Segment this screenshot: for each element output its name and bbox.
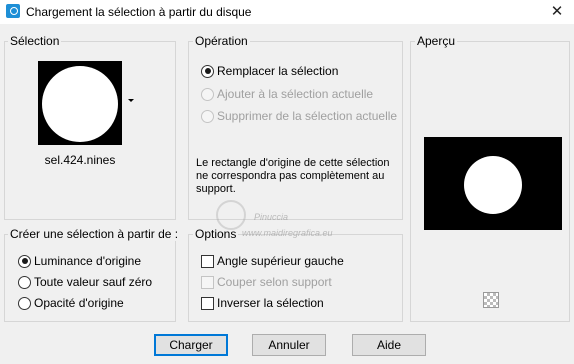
preview-image (424, 137, 562, 230)
checkbox-icon (201, 275, 214, 289)
radio-original-luminance[interactable]: Luminance d'origine (18, 253, 141, 269)
radio-off-icon (18, 275, 31, 289)
transparency-checker-icon[interactable] (483, 292, 499, 308)
radio-add-label: Ajouter à la sélection actuelle (217, 87, 374, 101)
checkbox-top-left-corner[interactable]: Angle supérieur gauche (201, 253, 344, 269)
title-bar: Chargement la sélection à partir du disq… (0, 0, 574, 24)
checkbox-icon (201, 254, 214, 268)
radio-replace-label: Remplacer la sélection (217, 64, 339, 78)
selection-group-label: Sélection (8, 34, 62, 48)
radio-off-icon (18, 296, 31, 310)
radio-original-opacity[interactable]: Opacité d'origine (18, 295, 124, 311)
checkbox-invert-label: Inverser la sélection (217, 296, 324, 310)
radio-opacity-label: Opacité d'origine (34, 296, 124, 310)
radio-subtract-label: Supprimer de la sélection actuelle (217, 109, 398, 123)
window-title: Chargement la sélection à partir du disq… (26, 5, 252, 19)
radio-on-icon (18, 254, 31, 268)
create-from-group-label: Créer une sélection à partir de : (8, 227, 181, 241)
operation-group-label: Opération (193, 34, 250, 48)
radio-subtract-selection: Supprimer de la sélection actuelle (201, 108, 397, 124)
preview-group-label: Aperçu (415, 34, 458, 48)
selection-thumbnail[interactable] (38, 61, 122, 145)
chevron-down-icon[interactable] (128, 99, 134, 102)
checkbox-icon (201, 296, 214, 310)
checkbox-crop-label: Couper selon support (217, 275, 332, 289)
radio-off-icon (201, 87, 214, 101)
radio-on-icon (201, 64, 214, 78)
load-button[interactable]: Charger (154, 334, 228, 356)
operation-note: Le rectangle d'origine de cette sélectio… (196, 157, 390, 195)
checkbox-invert-selection[interactable]: Inverser la sélection (201, 295, 324, 311)
help-button[interactable]: Aide (352, 334, 426, 356)
checkbox-crop-to-canvas: Couper selon support (201, 274, 332, 290)
radio-off-icon (201, 109, 214, 123)
radio-replace-selection[interactable]: Remplacer la sélection (201, 63, 338, 79)
radio-any-nonzero[interactable]: Toute valeur sauf zéro (18, 274, 152, 290)
close-button[interactable]: ✕ (546, 2, 568, 22)
cancel-button[interactable]: Annuler (252, 334, 326, 356)
selection-file-name: sel.424.nines (44, 153, 116, 167)
options-group-label: Options (193, 227, 239, 241)
radio-nonzero-label: Toute valeur sauf zéro (34, 275, 153, 289)
radio-luminance-label: Luminance d'origine (34, 254, 142, 268)
thumbnail-circle-shape (42, 66, 118, 142)
radio-add-selection: Ajouter à la sélection actuelle (201, 86, 373, 102)
app-icon (6, 4, 20, 18)
preview-circle-shape (464, 156, 522, 214)
checkbox-top-left-label: Angle supérieur gauche (217, 254, 344, 268)
